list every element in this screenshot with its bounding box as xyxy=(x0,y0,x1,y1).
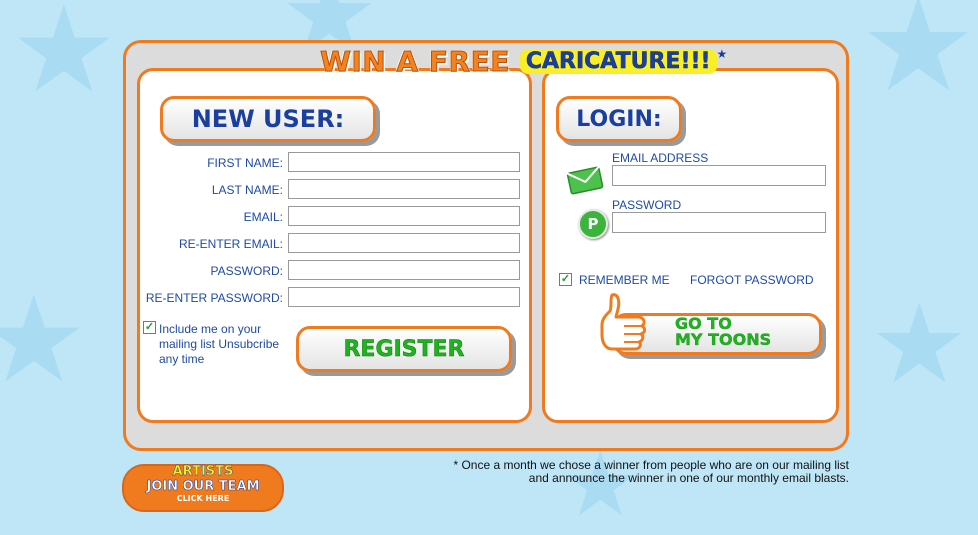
last-name-input[interactable] xyxy=(288,179,520,199)
envelope-icon xyxy=(566,166,604,195)
password-input[interactable] xyxy=(288,260,520,280)
my-toons-label: MY TOONS xyxy=(675,330,772,349)
reenter-password-label: RE-ENTER PASSWORD: xyxy=(145,291,283,305)
remember-me-label: REMEMBER ME xyxy=(579,273,670,287)
email-input[interactable] xyxy=(288,206,520,226)
login-password-label: PASSWORD xyxy=(612,198,682,212)
password-key-icon: P xyxy=(578,209,608,239)
mailing-list-label: Include me on your mailing list Unsubcri… xyxy=(159,322,280,366)
background-star-icon: ★ xyxy=(10,0,118,117)
last-name-label: LAST NAME: xyxy=(211,183,283,197)
remember-me-checkbox[interactable]: ✓ xyxy=(559,273,572,286)
title-win-text: WIN A FREE xyxy=(320,44,510,78)
page-title: WIN A FREE CARICATURE!!! ★ xyxy=(320,44,728,78)
artists-label: ARTISTS xyxy=(172,463,234,479)
join-our-team-label: JOIN OUR TEAM xyxy=(146,478,260,494)
footnote-line-2: and announce the winner in one of our mo… xyxy=(528,471,849,485)
title-caricature-text: CARICATURE!!! xyxy=(519,48,717,74)
email-address-label: EMAIL ADDRESS xyxy=(612,151,709,165)
background-star-icon: ★ xyxy=(0,273,88,407)
reenter-password-input[interactable] xyxy=(288,287,520,307)
reenter-email-input[interactable] xyxy=(288,233,520,253)
login-heading: LOGIN: xyxy=(556,96,682,142)
background-star-icon: ★ xyxy=(870,283,969,406)
click-here-label: CLICK HERE xyxy=(176,493,230,503)
password-label: PASSWORD: xyxy=(210,264,283,278)
first-name-label: FIRST NAME: xyxy=(207,156,283,170)
reenter-email-label: RE-ENTER EMAIL: xyxy=(178,237,283,251)
first-name-input[interactable] xyxy=(288,152,520,172)
login-password-input[interactable] xyxy=(612,212,826,233)
title-star-icon: ★ xyxy=(716,47,728,61)
new-user-heading: NEW USER: xyxy=(160,96,376,142)
background-star-icon: ★ xyxy=(860,0,977,118)
forgot-password-link[interactable]: FORGOT PASSWORD xyxy=(690,273,814,287)
artists-join-team-button[interactable]: ARTISTS JOIN OUR TEAM CLICK HERE xyxy=(122,463,284,512)
email-label: EMAIL: xyxy=(243,210,283,224)
login-email-input[interactable] xyxy=(612,165,826,186)
footnote: * Once a month we chose a winner from pe… xyxy=(440,459,849,485)
thumbs-up-icon xyxy=(600,293,646,351)
mailing-list-checkbox[interactable]: ✓ xyxy=(143,321,156,334)
register-button[interactable]: REGISTER xyxy=(296,326,512,372)
